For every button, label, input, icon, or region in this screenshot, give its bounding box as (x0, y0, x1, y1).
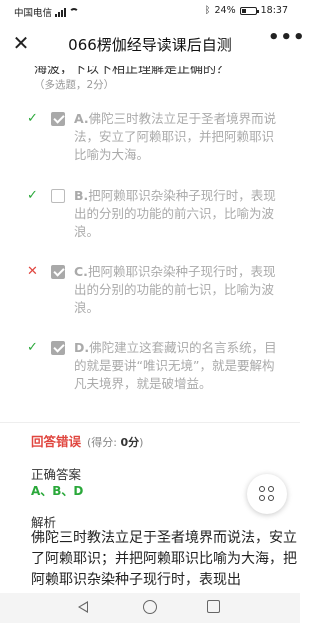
question-stem-clipped: 海波，下以下相正理解是正确的？ (34, 66, 230, 74)
correct-answer-value: A、B、D (31, 484, 84, 498)
wifi-icon (69, 8, 80, 16)
recent-apps-icon[interactable] (207, 600, 220, 613)
correct-mark-icon: ✓ (27, 188, 38, 203)
grid-menu-button[interactable] (247, 474, 287, 514)
option-text: A.佛陀三时教法立足于圣者境界而说法，安立了阿赖耶识，并把阿赖耶识比喻为大海。 (74, 111, 277, 162)
battery-icon (239, 6, 259, 15)
explanation-text: 佛陀三时教法立足于圣者境界而说法，安立了阿赖耶识；并把阿赖耶识比喻为大海，把阿赖… (31, 530, 297, 588)
clock: 18:37 (260, 5, 288, 16)
correct-mark-icon: ✓ (27, 340, 38, 355)
signal-icon (55, 7, 67, 17)
back-icon[interactable] (78, 601, 88, 613)
option-text: D.佛陀建立这套藏识的名言系统，目的就是要讲“唯识无境”，就是要解构凡夫境界，就… (74, 340, 277, 391)
correct-mark-icon: ✓ (27, 111, 38, 126)
grid-icon (259, 486, 275, 502)
result-status: 回答错误 (31, 434, 82, 449)
checkbox-checked[interactable] (51, 112, 65, 126)
page-title: 066楞伽经导读课后自测 (68, 36, 232, 54)
quiz-content: 海波，下以下相正理解是正确的？ （多选题，2分） ✓ A.佛陀三时教法立足于圣者… (0, 66, 300, 593)
carrier-label: 中国电信 (14, 8, 53, 19)
question-type: （多选题，2分） (34, 79, 115, 91)
option-text: C.把阿赖耶识杂染种子现行时，表现出的分别的功能的前七识，比喻为波浪。 (74, 264, 276, 315)
bluetooth-icon: ᛒ (204, 5, 211, 16)
option-text: B.把阿赖耶识杂染种子现行时，表现出的分别的功能的前六识，比喻为波浪。 (74, 188, 276, 239)
wrong-mark-icon: ✕ (27, 264, 38, 279)
more-icon[interactable]: ••• (268, 29, 305, 53)
status-right: ᛒ 24% 18:37 (205, 5, 288, 16)
battery-percent: 24% (214, 5, 236, 16)
home-icon[interactable] (143, 600, 157, 614)
checkbox-checked[interactable] (51, 341, 65, 355)
system-nav-bar (0, 593, 300, 623)
status-left: 中国电信 (14, 5, 80, 19)
close-icon[interactable]: ✕ (10, 32, 32, 54)
checkbox-checked[interactable] (51, 265, 65, 279)
score-text: (得分: 0分) (87, 436, 144, 449)
checkbox-unchecked[interactable] (51, 189, 65, 203)
correct-answer-label: 正确答案 (31, 467, 82, 482)
divider (0, 422, 300, 423)
result-line: 回答错误 (得分: 0分) (31, 431, 143, 450)
status-bar: 中国电信 ᛒ 24% 18:37 (0, 0, 300, 22)
nav-bar: ✕ 066楞伽经导读课后自测 ••• (0, 22, 305, 66)
